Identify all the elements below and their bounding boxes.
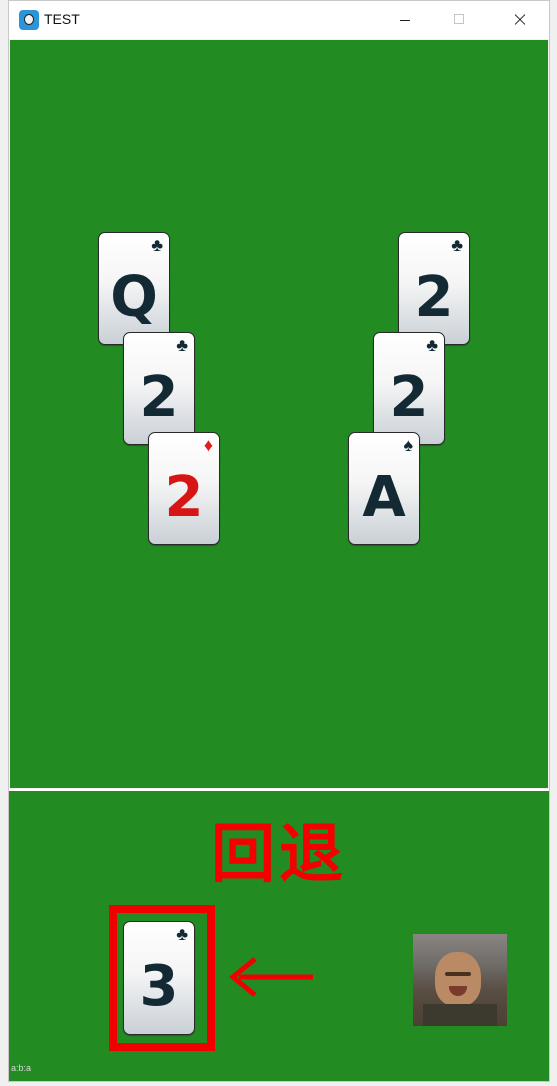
club-icon: ♣ bbox=[176, 335, 188, 355]
club-icon: ♣ bbox=[176, 924, 188, 944]
club-icon: ♣ bbox=[426, 335, 438, 355]
undo-button[interactable]: 回退 bbox=[211, 818, 347, 892]
card-rank: 2 bbox=[164, 465, 204, 530]
card-right-1[interactable]: ♣ 2 bbox=[398, 232, 470, 345]
minimize-button[interactable] bbox=[383, 1, 429, 39]
meme-image bbox=[413, 934, 507, 1026]
club-icon: ♣ bbox=[451, 235, 463, 255]
diamond-icon: ♦ bbox=[203, 435, 213, 455]
card-right-2[interactable]: ♣ 2 bbox=[373, 332, 445, 445]
card-rank: 3 bbox=[139, 954, 179, 1019]
close-button[interactable] bbox=[495, 1, 541, 39]
card-rank: 2 bbox=[414, 265, 454, 330]
held-card[interactable]: ♣ 3 bbox=[123, 921, 195, 1035]
card-rank: 2 bbox=[389, 365, 429, 430]
card-left-2[interactable]: ♣ 2 bbox=[123, 332, 195, 445]
window-title: TEST bbox=[44, 11, 80, 27]
card-rank: Q bbox=[110, 265, 158, 330]
hand-area: 回退 ♣ 3 a:b:a bbox=[9, 791, 549, 1081]
title-bar[interactable]: TEST bbox=[9, 1, 549, 39]
card-left-3[interactable]: ♦ 2 bbox=[148, 432, 220, 545]
game-window: TEST ♣ Q ♣ 2 ♦ 2 ♣ 2 ♣ 2 ♠ A 回退 ♣ 3 a:b:… bbox=[8, 0, 550, 1082]
game-board: ♣ Q ♣ 2 ♦ 2 ♣ 2 ♣ 2 ♠ A bbox=[9, 39, 549, 789]
card-rank: A bbox=[362, 465, 406, 530]
left-arrow-icon bbox=[229, 957, 313, 997]
card-left-1[interactable]: ♣ Q bbox=[98, 232, 170, 345]
app-icon bbox=[19, 10, 39, 30]
status-text: a:b:a bbox=[11, 1063, 32, 1073]
club-icon: ♣ bbox=[151, 235, 163, 255]
spade-icon: ♠ bbox=[403, 435, 413, 455]
card-rank: 2 bbox=[139, 365, 179, 430]
card-right-3[interactable]: ♠ A bbox=[348, 432, 420, 545]
maximize-button[interactable] bbox=[437, 1, 483, 39]
